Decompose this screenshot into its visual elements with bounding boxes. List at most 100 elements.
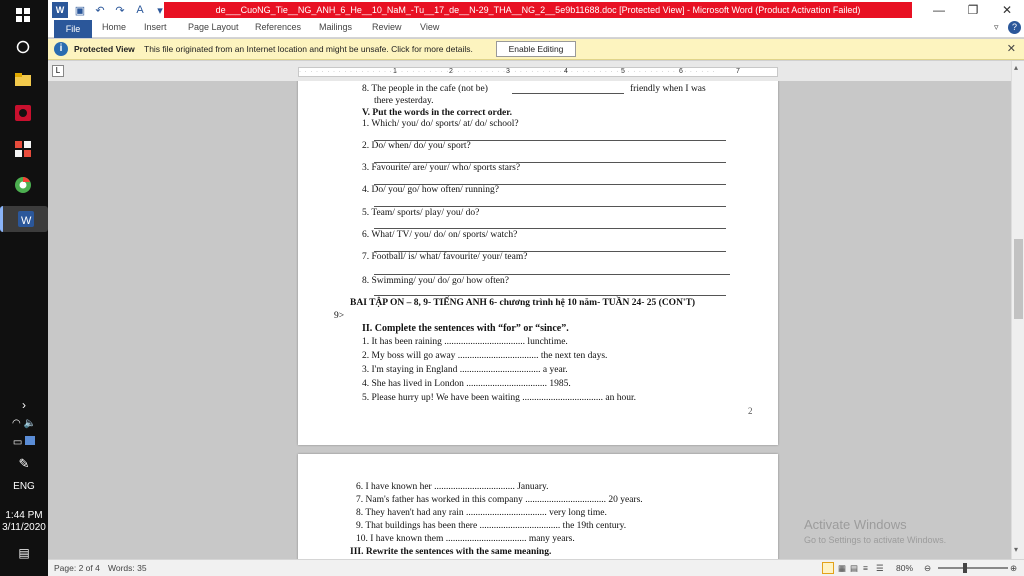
clock-time[interactable]: 1:44 PM [0,510,48,521]
outline-icon[interactable]: ≡ [863,563,868,573]
restore-button[interactable]: ❐ [956,0,990,20]
status-bar: Page: 2 of 4 Words: 35 ▦ ▤ ≡ ☰ 80% ⊖ ⊕ [48,559,1024,576]
puzzle-app-icon[interactable] [8,136,38,162]
tab-page-layout[interactable]: Page Layout [188,22,239,32]
tab-home[interactable]: Home [102,22,126,32]
document-area[interactable]: 8. The people in the cafe (not be) frien… [48,81,1011,559]
page-count[interactable]: Page: 2 of 4 [54,563,100,573]
list-item: 6. I have known her ....................… [356,482,549,492]
list-item: 1. It has been raining .................… [362,337,568,347]
svg-text:W: W [21,215,32,227]
ruler-area: L · · · · · · · · · · · · · · · · · · · … [48,61,1024,81]
clock-date[interactable]: 3/11/2020 [0,522,48,533]
tab-file[interactable]: File [54,20,92,38]
speaker-icon[interactable]: 🔈 [24,418,36,429]
list-item: 4. Do/ you/ go/ how often/ running? [362,185,499,195]
tab-selector-icon[interactable]: L [52,65,64,77]
page-number: 2 [748,406,753,416]
browser-icon[interactable] [8,172,38,198]
answer-line [374,274,730,275]
print-layout-icon[interactable]: ▦ [838,563,846,574]
list-item: 7. Football/ is/ what/ favourite/ your/ … [362,252,528,262]
document-page[interactable]: 8. The people in the cafe (not be) frien… [298,81,778,445]
answer-line [374,228,726,229]
scrollbar-thumb[interactable] [1014,239,1023,319]
tab-insert[interactable]: Insert [144,22,167,32]
tab-view[interactable]: View [420,22,439,32]
list-item: 7. Nam's father has worked in this compa… [356,495,643,505]
file-explorer-icon[interactable] [8,66,38,92]
cortana-search-icon[interactable] [8,34,38,60]
zoom-slider-thumb[interactable] [963,563,967,573]
ruler-number: 4 [564,68,569,75]
undo-icon[interactable]: ↶ [92,2,108,18]
read-mode-icon[interactable] [822,562,834,574]
list-item: 3. I'm staying in England ..............… [362,365,568,375]
list-item: 2. My boss will go away ................… [362,351,608,361]
word-logo-icon[interactable]: W [52,2,68,18]
word-app-icon[interactable]: W [0,206,48,232]
ruler-number: 6 [679,68,684,75]
ruler-number: 3 [506,68,511,75]
window-title: de___CuoNG_Tie__NG_ANH_6_He__10_NaM_-Tu_… [164,2,912,18]
action-center-icon[interactable]: ▤ [0,546,48,560]
list-item: 8. They haven't had any rain ...........… [356,508,607,518]
tab-mailings[interactable]: Mailings [319,22,352,32]
wifi-icon[interactable]: ◠ [12,418,21,429]
text-line: 9> [334,311,345,321]
list-item: 9. That buildings has been there .......… [356,521,627,531]
language-indicator[interactable]: ENG [0,481,48,492]
battery-icon[interactable]: ▭ [13,437,22,448]
watermark-line: Activate Windows [804,517,907,532]
scroll-up-icon[interactable]: ▴ [1014,63,1018,72]
scroll-down-icon[interactable]: ▾ [1014,545,1018,554]
notification-icon[interactable] [25,436,36,445]
list-item: 10. I have known them ..................… [356,534,575,544]
zoom-out-icon[interactable]: ⊖ [924,563,931,574]
battery-notification-icons[interactable]: ▭ [0,436,48,448]
red-app-icon[interactable] [8,100,38,126]
ribbon-expand-icon[interactable]: ▿ [994,22,999,33]
zoom-in-icon[interactable]: ⊕ [1010,563,1017,574]
windows-start-icon[interactable] [8,2,38,28]
minimize-button[interactable]: — [922,0,956,20]
watermark-line: Go to Settings to activate Windows. [804,535,947,545]
protected-view-bar: i Protected View This file originated fr… [48,39,1024,60]
redo-icon[interactable]: ↷ [112,2,128,18]
vertical-scrollbar[interactable]: ▴ ▾ [1011,61,1024,559]
ruler-number: 5 [621,68,626,75]
network-volume-icons[interactable]: ◠ 🔈 [0,418,48,429]
text-line: there yesterday. [374,96,434,106]
font-size-icon[interactable]: A [132,2,148,18]
document-page[interactable]: 6. I have known her ....................… [298,454,778,559]
tab-review[interactable]: Review [372,22,402,32]
word-count[interactable]: Words: 35 [108,563,147,573]
list-item: 8. Swimming/ you/ do/ go/ how often? [362,276,509,286]
help-icon[interactable]: ? [1008,21,1021,34]
enable-editing-button[interactable]: Enable Editing [496,41,576,57]
protected-view-message[interactable]: This file originated from an Internet lo… [144,44,473,54]
close-icon[interactable]: ✕ [1007,42,1016,55]
ruler-number: 2 [449,68,454,75]
pen-icon[interactable]: ✎ [0,456,48,472]
worksheet-heading: BAI TẬP ON – 8, 9- TIẾNG ANH 6- chương t… [350,298,696,308]
draft-icon[interactable]: ☰ [876,563,884,574]
zoom-slider[interactable] [938,567,1008,569]
list-item: 4. She has lived in London .............… [362,379,571,389]
tab-references[interactable]: References [255,22,301,32]
list-item: 1. Which/ you/ do/ sports/ at/ do/ schoo… [362,119,519,129]
close-button[interactable]: ✕ [990,0,1024,20]
save-icon[interactable]: ▣ [72,2,88,18]
web-layout-icon[interactable]: ▤ [850,563,858,574]
zoom-level[interactable]: 80% [896,563,913,573]
chevron-up-icon[interactable]: › [0,398,48,412]
ruler-number: 7 [736,68,741,75]
info-icon: i [54,42,68,56]
quick-access-toolbar: W ▣ ↶ ↷ A ▾ [52,2,168,18]
answer-line [374,206,726,207]
list-item: 3. Favourite/ are/ your/ who/ sports sta… [362,163,521,173]
horizontal-ruler[interactable]: · · · · · · · · · · · · · · · · · · · · … [298,67,778,77]
section-heading: III. Rewrite the sentences with the same… [350,547,552,557]
protected-view-title: Protected View [74,44,135,54]
list-item: 2. Do/ when/ do/ you/ sport? [362,141,471,151]
